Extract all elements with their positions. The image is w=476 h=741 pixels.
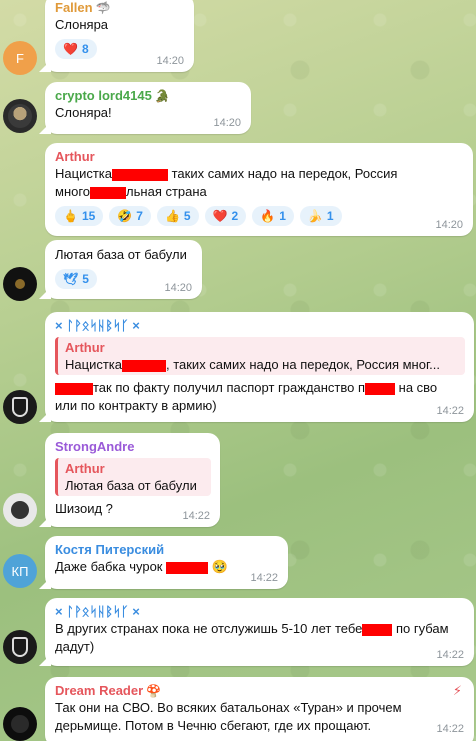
message-text: так по факту получил паспорт гражданство…: [55, 380, 438, 413]
message-text: Даже бабка чурок 🥹: [55, 559, 228, 574]
avatar[interactable]: [3, 493, 37, 527]
thumbs-up-icon: 👍: [164, 209, 180, 223]
timestamp: 14:22: [436, 649, 464, 661]
timestamp: 14:22: [182, 510, 210, 522]
message-text: Слоняра: [55, 17, 109, 32]
redaction-mark: [365, 382, 396, 395]
timestamp: 14:20: [156, 55, 184, 67]
avatar[interactable]: [3, 99, 37, 133]
message-text: Так они на СВО. Во всяких батальонах «Ту…: [55, 700, 402, 733]
timestamp: 14:22: [436, 405, 464, 417]
reaction-thumbs-up[interactable]: 👍 5: [156, 206, 199, 226]
sender-name[interactable]: × ᛚᚹᛟᛋᚺᛒᛋᚴ ×: [55, 318, 465, 334]
timestamp: 14:20: [435, 219, 463, 231]
avatar[interactable]: [3, 390, 37, 424]
redaction-mark: [55, 382, 93, 395]
timestamp: 14:22: [250, 572, 278, 584]
avatar-image: [11, 501, 29, 519]
reaction-dove[interactable]: 🕊 5: [55, 269, 97, 289]
avatar-image: [8, 104, 32, 128]
timestamp: 14:22: [436, 723, 464, 735]
reaction-fire[interactable]: 🔥 1: [252, 206, 294, 226]
avatar[interactable]: [3, 630, 37, 664]
sender-name[interactable]: Dream Reader: [55, 683, 143, 698]
sender-name[interactable]: crypto lord4145: [55, 88, 152, 103]
middle-finger-icon: 🖕: [63, 209, 78, 223]
reply-quote[interactable]: Arthur Лютая база от бабули: [55, 458, 211, 496]
timestamp: 14:20: [213, 117, 241, 129]
avatar[interactable]: F: [3, 41, 37, 75]
fire-icon: 🔥: [260, 209, 276, 223]
quote-author: Arthur: [65, 340, 105, 355]
avatar-image: [11, 715, 29, 733]
reaction-middle-finger[interactable]: 🖕 15: [55, 206, 104, 226]
message-text: Нацистка таких самих надо на передок, Ро…: [55, 166, 398, 199]
reaction-rofl[interactable]: 🤣 7: [109, 206, 151, 226]
shield-icon: [12, 397, 28, 417]
redaction-mark: [90, 186, 127, 199]
quote-text: Лютая база от бабули: [65, 478, 197, 493]
sender-name[interactable]: × ᛚᚹᛟᛋᚺᛒᛋᚴ ×: [55, 604, 465, 620]
redaction-mark: [362, 623, 393, 636]
avatar[interactable]: КП: [3, 554, 37, 588]
message-text: В других странах пока не отслужишь 5-10 …: [55, 621, 449, 654]
redaction-mark: [166, 561, 209, 574]
avatar[interactable]: [3, 707, 37, 741]
message-text: Лютая база от бабули: [55, 247, 187, 262]
banana-icon: 🍌: [307, 209, 323, 223]
heart-icon: ❤️: [212, 209, 228, 223]
teary-face-icon: 🥹: [211, 559, 228, 574]
avatar-image: [15, 279, 25, 289]
shark-icon: 🦈: [95, 1, 111, 15]
lightning-icon: ⚡: [452, 683, 462, 698]
redaction-mark: [121, 359, 166, 372]
mushroom-icon: 🍄: [146, 684, 162, 698]
quote-author: Arthur: [65, 461, 105, 476]
sender-name[interactable]: Arthur: [55, 149, 464, 165]
reaction-heart[interactable]: ❤️ 2: [204, 206, 247, 226]
sender-name[interactable]: Костя Питерский: [55, 542, 279, 558]
shield-icon: [12, 637, 28, 657]
sender-name[interactable]: StrongAndre: [55, 439, 211, 455]
reaction-banana[interactable]: 🍌 1: [299, 206, 342, 226]
sender-name[interactable]: Fallen: [55, 0, 93, 15]
heart-icon: ❤️: [63, 42, 78, 56]
avatar[interactable]: [3, 267, 37, 301]
reaction-heart[interactable]: ❤️ 8: [55, 39, 97, 59]
reply-quote[interactable]: Arthur Нацистка, таких самих надо на пер…: [55, 337, 465, 375]
dove-icon: 🕊: [63, 272, 79, 286]
quote-text: Нацистка, таких самих надо на передок, Р…: [65, 357, 440, 372]
timestamp: 14:20: [164, 282, 192, 294]
crocodile-icon: 🐊: [154, 89, 170, 103]
redaction-mark: [111, 168, 168, 181]
rofl-icon: 🤣: [117, 209, 133, 223]
